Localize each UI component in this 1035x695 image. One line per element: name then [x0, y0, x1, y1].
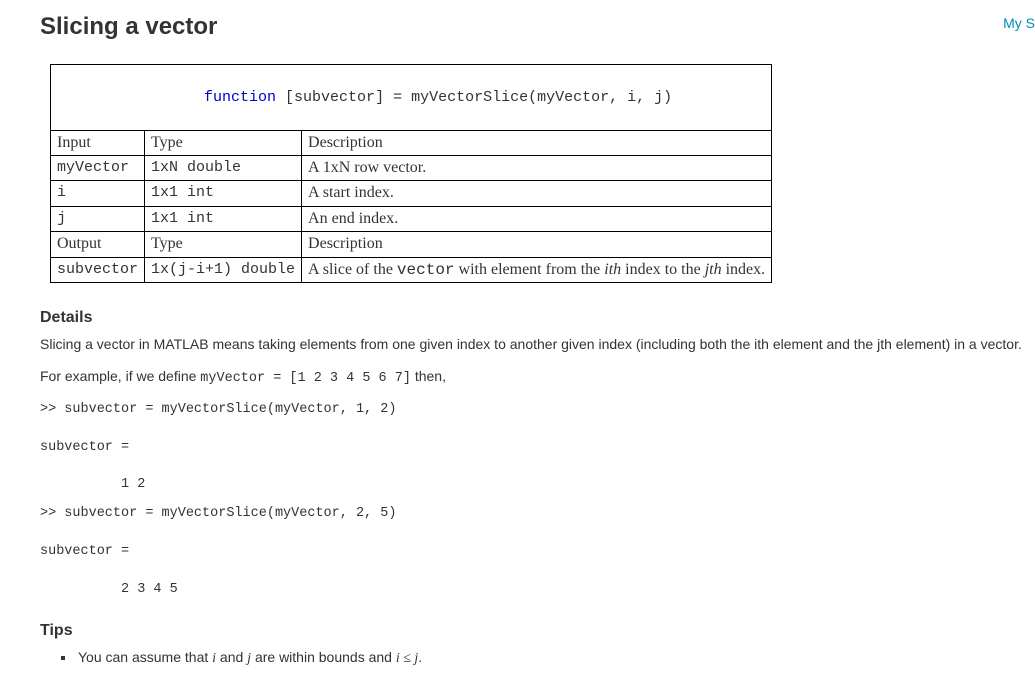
th-output: Output	[51, 232, 145, 257]
function-spec-table: function [subvector] = myVectorSlice(myV…	[50, 64, 772, 283]
para-text: For example, if we define	[40, 368, 200, 384]
desc-j: jth	[705, 261, 722, 278]
table-row: myVector 1xN double A 1xN row vector.	[51, 155, 772, 180]
input-type: 1x1 int	[145, 206, 302, 231]
tip-text: .	[418, 649, 422, 665]
desc-text: index.	[722, 261, 766, 278]
tips-list: You can assume that i and j are within b…	[40, 648, 1035, 669]
signature-keyword: function	[204, 89, 276, 106]
para-text: then,	[411, 368, 446, 384]
desc-i: ith	[604, 261, 621, 278]
input-type: 1x1 int	[145, 181, 302, 206]
output-name: subvector	[51, 257, 145, 282]
code-example-1: >> subvector = myVectorSlice(myVector, 1…	[40, 401, 1035, 495]
code-example-2: >> subvector = myVectorSlice(myVector, 2…	[40, 505, 1035, 599]
output-type: 1x(j-i+1) double	[145, 257, 302, 282]
input-desc: A start index.	[302, 181, 772, 206]
th-desc: Description	[302, 232, 772, 257]
input-name: j	[51, 206, 145, 231]
output-desc: A slice of the vector with element from …	[302, 257, 772, 282]
page-title: Slicing a vector	[40, 10, 217, 44]
signature-rest: [subvector] = myVectorSlice(myVector, i,…	[276, 89, 672, 106]
tip-text: are within bounds and	[251, 649, 396, 665]
input-desc: A 1xN row vector.	[302, 155, 772, 180]
tip-ij: i ≤ j	[396, 651, 418, 666]
nav-link-my-s[interactable]: My S	[1003, 14, 1035, 34]
tip-text: and	[216, 649, 247, 665]
table-row: j 1x1 int An end index.	[51, 206, 772, 231]
table-row: i 1x1 int A start index.	[51, 181, 772, 206]
tip-text: You can assume that	[78, 649, 212, 665]
input-desc: An end index.	[302, 206, 772, 231]
input-name: myVector	[51, 155, 145, 180]
signature-cell: function [subvector] = myVectorSlice(myV…	[51, 64, 772, 130]
details-para2: For example, if we define myVector = [1 …	[40, 367, 1035, 389]
desc-text: A slice of the	[308, 261, 397, 278]
desc-code: vector	[397, 261, 455, 279]
th-type: Type	[145, 232, 302, 257]
desc-text: with element from the	[455, 261, 605, 278]
table-row: subvector 1x(j-i+1) double A slice of th…	[51, 257, 772, 282]
th-type: Type	[145, 130, 302, 155]
details-para1: Slicing a vector in MATLAB means taking …	[40, 335, 1035, 355]
desc-text: index to the	[621, 261, 705, 278]
th-input: Input	[51, 130, 145, 155]
para-code: myVector = [1 2 3 4 5 6 7]	[200, 371, 411, 386]
th-desc: Description	[302, 130, 772, 155]
list-item: You can assume that i and j are within b…	[76, 648, 1035, 669]
input-name: i	[51, 181, 145, 206]
input-type: 1xN double	[145, 155, 302, 180]
details-heading: Details	[40, 307, 1035, 329]
tips-heading: Tips	[40, 620, 1035, 642]
